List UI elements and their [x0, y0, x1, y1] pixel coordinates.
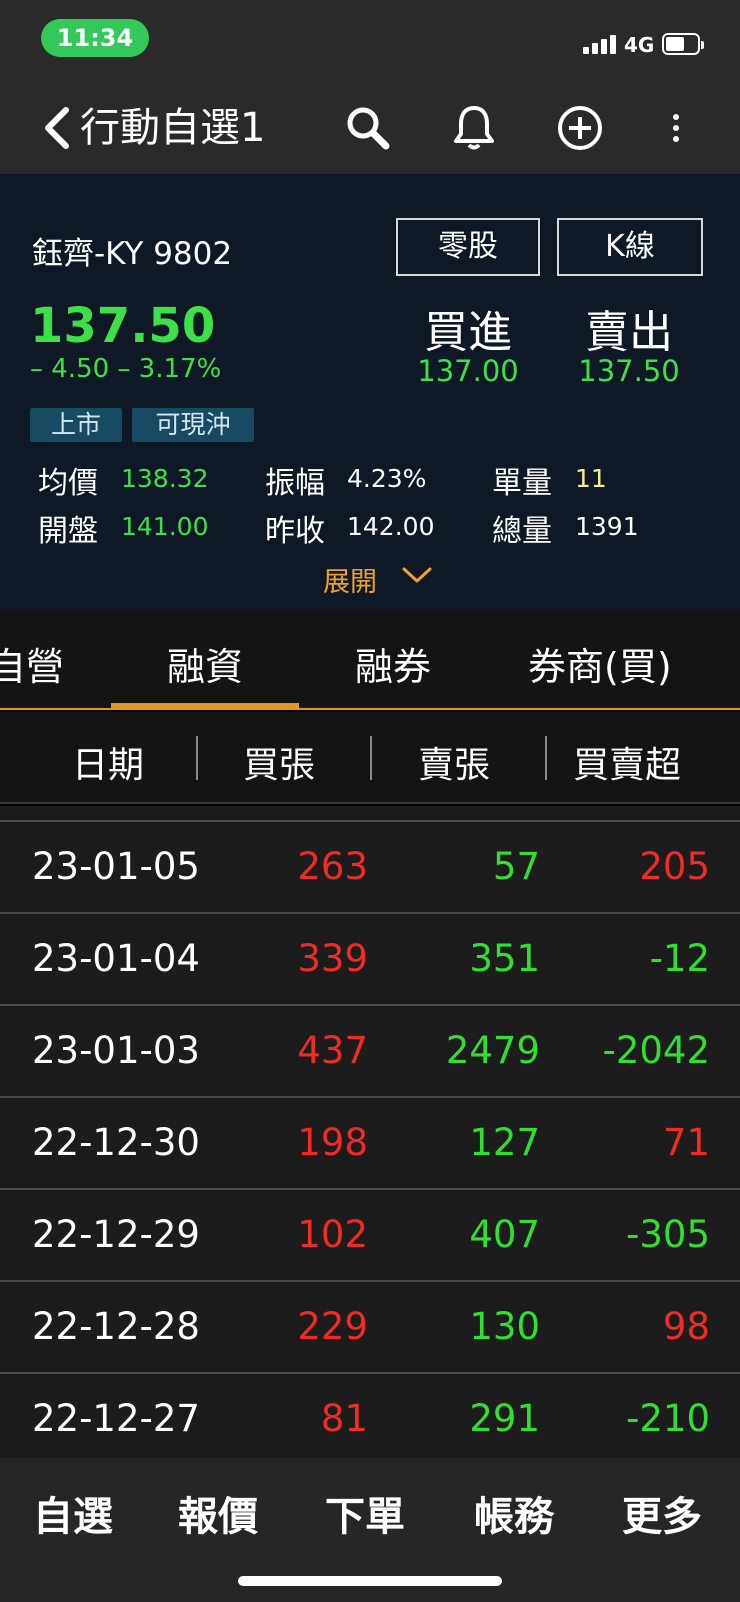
column-date[interactable]: 日期: [72, 736, 144, 788]
stock-name: 鈺齊-KY 9802: [32, 236, 233, 272]
table-row[interactable]: 22-12-27 81 291 -210: [0, 1374, 740, 1460]
row-buy: 102: [297, 1213, 368, 1256]
table-row[interactable]: 23-01-05 263 57 205: [0, 822, 740, 914]
table-row[interactable]: 22-12-30 198 127 71: [0, 1098, 740, 1190]
row-net: 205: [639, 845, 710, 888]
margin-table[interactable]: 23-01-05 263 57 205 23-01-04 339 351 -12…: [0, 806, 740, 1460]
active-tab-indicator: [111, 703, 299, 710]
listed-badge: 上市: [30, 408, 122, 442]
column-divider: [545, 736, 547, 780]
bottom-tab-account[interactable]: 帳務: [474, 1484, 554, 1542]
bottom-tab-quotes[interactable]: 報價: [178, 1484, 258, 1542]
row-date: 22-12-29: [32, 1213, 200, 1256]
expand-label: 展開: [323, 567, 377, 598]
row-net: -210: [626, 1397, 710, 1440]
status-bar: 11:34 4G: [0, 0, 740, 82]
quote-panel: 鈺齊-KY 9802 零股 K線 137.50 – 4.50 – 3.17% 買…: [0, 174, 740, 610]
row-buy: 437: [297, 1029, 368, 1072]
day-trade-badge: 可現沖: [132, 408, 254, 442]
ask-price: 137.50: [578, 354, 680, 388]
row-buy: 263: [297, 845, 368, 888]
row-sell: 2479: [445, 1029, 540, 1072]
row-buy: 339: [297, 937, 368, 980]
battery-icon: [662, 33, 704, 55]
table-header: 日期 買張 賣張 買賣超: [0, 712, 740, 804]
row-date: 22-12-28: [32, 1305, 200, 1348]
nav-bar: 行動自選1: [0, 82, 740, 174]
network-type: 4G: [624, 33, 655, 57]
expand-button[interactable]: 展開: [323, 560, 432, 599]
odd-lot-button[interactable]: 零股: [396, 218, 540, 276]
stat-value-open: 141.00: [121, 512, 209, 541]
row-date: 23-01-04: [32, 937, 200, 980]
stat-label-open: 開盤: [38, 514, 98, 549]
price-change: – 4.50 – 3.17%: [30, 354, 222, 384]
row-date: 23-01-03: [32, 1029, 200, 1072]
search-icon[interactable]: [344, 104, 392, 152]
home-indicator[interactable]: [238, 1576, 502, 1586]
stat-label-amplitude: 振幅: [265, 466, 325, 501]
row-sell: 57: [492, 845, 540, 888]
column-buy[interactable]: 買張: [243, 736, 315, 788]
last-price: 137.50: [30, 298, 216, 354]
row-buy: 198: [297, 1121, 368, 1164]
tab-short-sale[interactable]: 融券: [355, 636, 431, 691]
row-net: -305: [626, 1213, 710, 1256]
back-icon[interactable]: [38, 104, 78, 152]
column-divider: [370, 736, 372, 780]
add-icon[interactable]: [556, 104, 604, 152]
row-date: 22-12-30: [32, 1121, 200, 1164]
bell-icon[interactable]: [450, 104, 498, 152]
status-time: 11:34: [41, 19, 149, 57]
table-row[interactable]: 22-12-29 102 407 -305: [0, 1190, 740, 1282]
ask-label: 賣出: [585, 307, 673, 358]
signal-icon: [583, 34, 619, 54]
row-date: 22-12-27: [32, 1397, 200, 1440]
row-buy: 229: [297, 1305, 368, 1348]
page-title: 行動自選1: [80, 105, 266, 151]
stat-label-total-volume: 總量: [492, 514, 552, 549]
bottom-tab-order[interactable]: 下單: [325, 1484, 405, 1542]
row-date: 23-01-05: [32, 845, 200, 888]
bid-label: 買進: [424, 307, 512, 358]
column-net[interactable]: 買賣超: [573, 736, 681, 788]
stat-label-prev-close: 昨收: [265, 514, 325, 549]
chevron-down-icon: [402, 567, 432, 583]
row-sell: 407: [469, 1213, 540, 1256]
tab-margin-purchase[interactable]: 融資: [167, 636, 243, 691]
table-row[interactable]: 23-01-04 339 351 -12: [0, 914, 740, 1006]
stat-value-prev-close: 142.00: [347, 512, 435, 541]
column-sell[interactable]: 賣張: [418, 736, 490, 788]
stat-label-avg: 均價: [38, 466, 98, 501]
table-row[interactable]: 22-12-28 229 130 98: [0, 1282, 740, 1374]
row-buy: 81: [320, 1397, 368, 1440]
row-net: 71: [662, 1121, 710, 1164]
tab-broker-buy[interactable]: 券商(買): [528, 636, 672, 691]
more-icon[interactable]: [664, 104, 688, 152]
stat-label-single-volume: 單量: [492, 466, 552, 501]
bid-price: 137.00: [417, 354, 519, 388]
stat-value-avg: 138.32: [121, 464, 209, 493]
kline-button[interactable]: K線: [557, 218, 703, 276]
row-sell: 130: [469, 1305, 540, 1348]
category-tabs: 自營 融資 融券 券商(買): [0, 610, 740, 710]
row-sell: 351: [469, 937, 540, 980]
bottom-tab-bar: 自選 報價 下單 帳務 更多: [0, 1458, 740, 1602]
row-net: -12: [649, 937, 710, 980]
row-sell: 291: [469, 1397, 540, 1440]
tab-proprietary[interactable]: 自營: [0, 636, 64, 691]
row-net: 98: [662, 1305, 710, 1348]
bottom-tab-more[interactable]: 更多: [622, 1484, 702, 1542]
stat-value-amplitude: 4.23%: [347, 464, 427, 493]
table-row[interactable]: 23-01-03 437 2479 -2042: [0, 1006, 740, 1098]
row-net: -2042: [602, 1029, 710, 1072]
row-sell: 127: [469, 1121, 540, 1164]
stat-value-single-volume: 11: [575, 464, 607, 493]
column-divider: [196, 736, 198, 780]
bottom-tab-watchlist[interactable]: 自選: [33, 1484, 113, 1542]
stat-value-total-volume: 1391: [575, 512, 639, 541]
